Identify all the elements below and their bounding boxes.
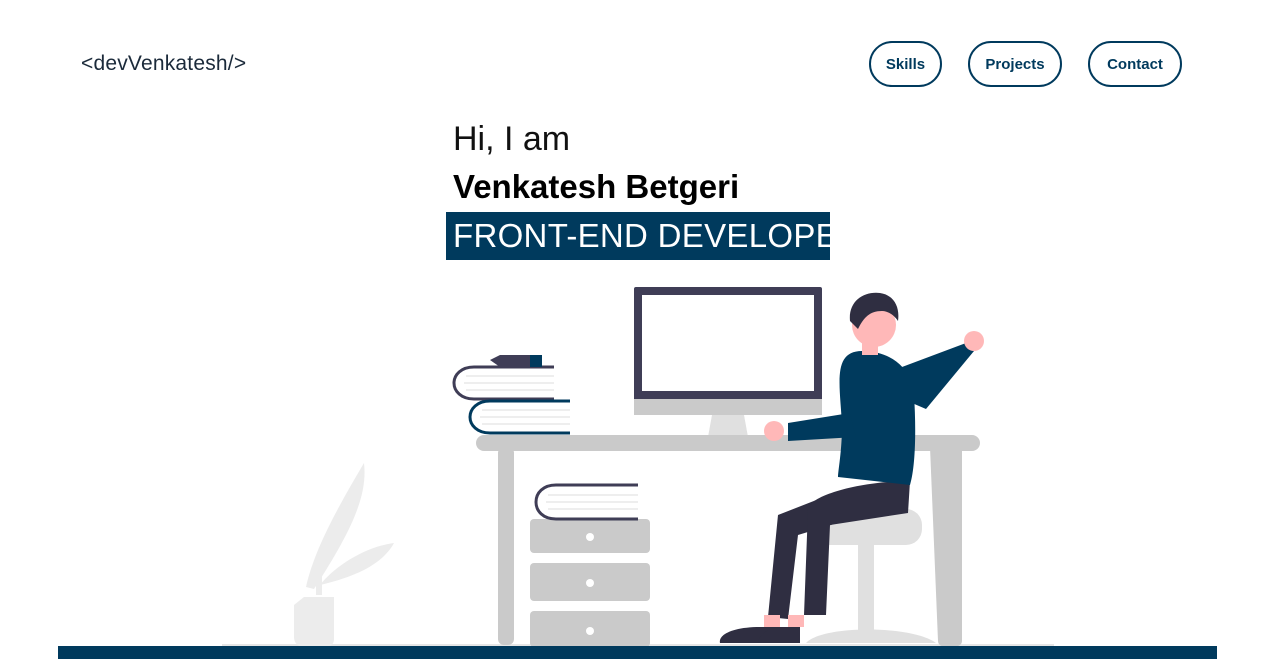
hero-name: Venkatesh Betgeri <box>453 168 740 205</box>
plant-icon <box>294 463 394 647</box>
book-icon <box>534 483 638 521</box>
nav-skills-button[interactable]: Skills <box>869 41 942 87</box>
site-logo[interactable]: <devVenkatesh/> <box>81 52 246 76</box>
nav-projects-button[interactable]: Projects <box>968 41 1062 87</box>
nav-contact-button[interactable]: Contact <box>1088 41 1182 87</box>
developer-at-desk-illustration <box>222 287 1054 647</box>
hero-role-banner: FRONT-END DEVELOPER <box>446 212 862 260</box>
hero-greeting: Hi, I am <box>453 120 571 158</box>
footer-accent-bar <box>58 646 1217 659</box>
drawer-cabinet <box>530 519 650 647</box>
monitor-icon <box>634 287 822 437</box>
book-stack-icon <box>452 355 570 435</box>
